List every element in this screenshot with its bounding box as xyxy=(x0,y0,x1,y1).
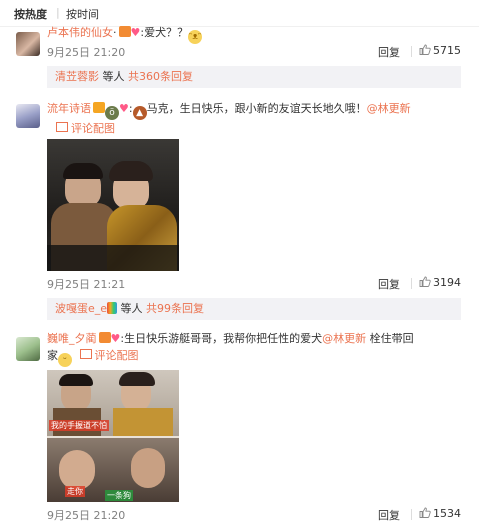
dot-separator: · xyxy=(113,26,117,39)
meme-caption: 我的手握道不怕 xyxy=(49,420,109,431)
comment-time: 9月25日 21:21 xyxy=(47,278,126,291)
heart-icon: ♥ xyxy=(119,102,129,115)
like-count: 1534 xyxy=(433,507,461,520)
comment-text: 爱犬？？ xyxy=(144,26,189,39)
member-badge-icon[interactable] xyxy=(98,332,111,343)
like-button[interactable]: 1534 xyxy=(419,507,461,520)
avatar[interactable] xyxy=(16,104,40,128)
picture-icon xyxy=(56,122,68,132)
reply-button[interactable]: 回复 xyxy=(378,44,400,60)
avatar[interactable] xyxy=(16,32,40,56)
like-button[interactable]: 5715 xyxy=(419,44,461,57)
comment-meta: 9月25日 21:21 回复 3194 xyxy=(47,276,465,292)
divider xyxy=(411,46,412,57)
heart-icon: ♥ xyxy=(110,332,121,345)
vip-badge-icon[interactable] xyxy=(93,102,105,113)
owl-emoji-icon: ö xyxy=(105,106,119,120)
like-count: 3194 xyxy=(433,276,461,289)
member-badge-icon[interactable] xyxy=(118,26,131,37)
comment-picture-link[interactable]: 评论配图 xyxy=(56,120,115,136)
reply-button[interactable]: 回复 xyxy=(378,276,400,292)
sort-by-hot[interactable]: 按热度 xyxy=(14,6,47,22)
picture-label: 评论配图 xyxy=(94,349,139,362)
sort-by-time[interactable]: 按时间 xyxy=(66,6,99,22)
comment-photo[interactable] xyxy=(47,139,179,271)
sort-divider: | xyxy=(56,6,60,19)
divider xyxy=(411,278,412,289)
like-button[interactable]: 3194 xyxy=(419,276,461,289)
comment-username[interactable]: 卢本伟的仙女 xyxy=(47,26,113,39)
meme-caption: 一条狗 xyxy=(105,490,133,501)
comment-username[interactable]: 流年诗语 xyxy=(47,102,91,115)
comment-meta: 9月25日 21:20 回复 5715 xyxy=(47,44,465,60)
thumbs-up-icon xyxy=(419,507,431,518)
comment-text: 生日快乐游艇哥哥，我帮你把任性的爱犬 xyxy=(124,332,323,345)
rainbow-badge-icon xyxy=(107,302,118,314)
comment-time: 9月25日 21:20 xyxy=(47,46,126,59)
reply-button[interactable]: 回复 xyxy=(378,507,400,523)
sub-reply-mid: 等人 xyxy=(117,302,147,315)
comment-meme-photo[interactable]: 我的手握道不怕 走你 一条狗 xyxy=(47,370,179,502)
comment-time: 9月25日 21:20 xyxy=(47,509,126,522)
comment-username[interactable]: 巍唯_夕蔺 xyxy=(47,332,97,345)
grin-emoji-icon: ᵕ xyxy=(58,353,72,367)
thumbs-up-icon xyxy=(419,276,431,287)
sort-bar: 按热度 | 按时间 xyxy=(0,0,479,27)
mention-link[interactable]: @林更新 xyxy=(367,102,411,115)
sub-reply-user[interactable]: 清苙蓉影 xyxy=(55,70,99,83)
more-replies-link[interactable]: 共360条回复 xyxy=(128,70,193,83)
sub-reply-user[interactable]: 波嘎蛋e_e xyxy=(55,302,107,315)
cat-emoji-icon: ᵔᴥᵔ xyxy=(188,30,203,44)
comment-text: 马克，生日快乐，跟小新的友谊天长地久哦！ xyxy=(146,102,367,115)
cake-emoji-icon: ▲ xyxy=(132,106,147,120)
like-count: 5715 xyxy=(433,44,461,57)
avatar[interactable] xyxy=(16,337,40,361)
divider xyxy=(411,509,412,520)
meme-caption: 走你 xyxy=(65,486,85,497)
comment-meta: 9月25日 21:20 回复 1534 xyxy=(47,507,465,523)
sub-replies-summary[interactable]: 清苙蓉影 等人 共360条回复 xyxy=(47,66,461,88)
comment-picture-link[interactable]: 评论配图 xyxy=(79,349,139,362)
more-replies-link[interactable]: 共99条回复 xyxy=(146,302,204,315)
sub-reply-mid: 等人 xyxy=(99,70,128,83)
thumbs-up-icon xyxy=(419,44,431,55)
picture-icon xyxy=(79,349,92,359)
mention-link[interactable]: @林更新 xyxy=(322,332,366,345)
picture-label: 评论配图 xyxy=(71,122,115,135)
comment-text-tail: 栓住带回 xyxy=(366,332,414,345)
comment-text-wrap: 家 xyxy=(47,349,58,362)
heart-icon: ♥ xyxy=(130,26,141,39)
sub-replies-summary[interactable]: 波嘎蛋e_e 等人 共99条回复 xyxy=(47,298,461,320)
